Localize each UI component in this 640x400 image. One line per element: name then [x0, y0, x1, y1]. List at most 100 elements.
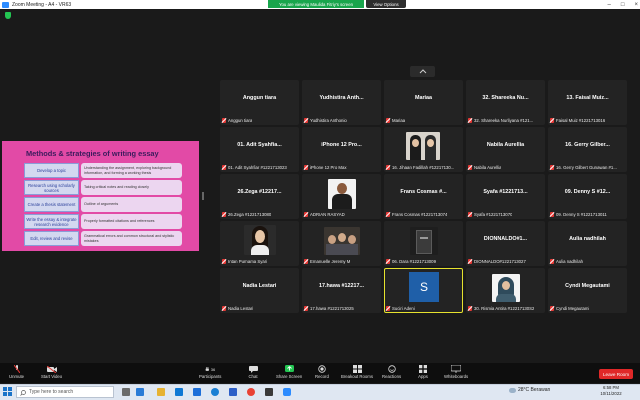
clock-date: 10/11/2022	[600, 391, 622, 396]
breakout-rooms-button[interactable]: Breakout Rooms	[341, 365, 373, 379]
participant-tile[interactable]: 13. Faisal Muiz... Faisal Muiz #12217130…	[548, 80, 627, 125]
slide-row: Develop a topic Understanding the assign…	[24, 163, 184, 178]
participant-tile[interactable]: 16. Gerry Gilber... 16. Gerry Gilbert Gu…	[548, 127, 627, 172]
maximize-icon[interactable]: □	[621, 2, 625, 8]
mic-off-icon	[468, 258, 472, 264]
participant-video	[244, 225, 276, 255]
mic-off-icon	[550, 211, 554, 217]
windows-start-icon[interactable]	[3, 387, 12, 396]
participant-video	[410, 227, 438, 255]
meeting-toolbar: Unmute Start Video 36 Participants Chat …	[0, 363, 640, 383]
mic-muted-icon	[12, 365, 22, 373]
start-video-button[interactable]: Start Video	[41, 365, 62, 379]
mic-off-icon	[468, 211, 472, 217]
participant-tile[interactable]: Nadia Lestari Nadia Lestari	[220, 268, 299, 313]
mic-off-icon	[304, 305, 308, 311]
participant-name-label: Yudhistira Anthonio	[310, 117, 347, 123]
apps-button[interactable]: Apps	[418, 365, 428, 379]
mic-off-icon	[222, 164, 226, 170]
mic-off-icon	[468, 117, 472, 123]
participant-tile[interactable]: 26.Zega #12217... 26.Zega #1221713080	[220, 174, 299, 219]
search-icon	[20, 390, 26, 396]
participants-button[interactable]: 36 Participants	[199, 365, 221, 380]
leave-room-button[interactable]: Leave Room	[599, 369, 633, 379]
participant-name-label: Mariaa	[392, 117, 406, 123]
taskbar-app-icon[interactable]	[136, 388, 144, 396]
reactions-button[interactable]: Reactions	[382, 365, 401, 379]
split-resize-handle[interactable]	[202, 192, 204, 200]
security-shield-icon[interactable]	[5, 12, 11, 19]
chevron-up-icon	[419, 69, 426, 74]
whiteboards-button[interactable]: Whiteboards	[444, 365, 468, 379]
record-button[interactable]: Record	[315, 365, 329, 379]
slide-step-label: Develop a topic	[24, 163, 79, 178]
mail-icon[interactable]	[193, 388, 201, 396]
participant-tile[interactable]: Aulia nadhilah Aulia nadhilah	[548, 221, 627, 266]
unmute-button[interactable]: Unmute	[9, 365, 24, 379]
participant-display-name: Nadia Lestari	[242, 283, 277, 289]
participant-tile[interactable]: ADRIAN RASYAD	[302, 174, 381, 219]
participant-tile[interactable]: 01. Adit Syahfia... 01. Adit Syahfiar #1…	[220, 127, 299, 172]
participant-display-name: Yudhistira Anth...	[319, 95, 364, 101]
slide-step-desc: Grammatical errors and common structural…	[81, 231, 182, 246]
participant-tile[interactable]: Mariaa Mariaa	[384, 80, 463, 125]
chat-icon	[248, 365, 258, 373]
chat-button[interactable]: Chat	[248, 365, 258, 379]
participant-tile[interactable]: 30. Rismia Antira #12217130S2	[466, 268, 545, 313]
participant-tile[interactable]: Frans Cosmas #... Frans Cosmas #12217130…	[384, 174, 463, 219]
participant-tile[interactable]: iPhone 12 Pro... iPhone 12 Pro Max	[302, 127, 381, 172]
window-title: Zoom Meeting - A4 - VR63	[12, 1, 72, 8]
chrome-icon[interactable]	[247, 388, 255, 396]
collapse-gallery-button[interactable]	[410, 66, 435, 77]
participant-display-name: 32. Shareeka Nu...	[482, 95, 529, 101]
mic-off-icon	[468, 164, 472, 170]
participant-tile[interactable]: 16. Jihaan Fadillah #12217130...	[384, 127, 463, 172]
minimize-icon[interactable]: –	[608, 2, 611, 8]
participant-name-label: 16. Jihaan Fadillah #12217130...	[392, 164, 455, 170]
system-clock[interactable]: 6:58 PM 10/11/2022	[598, 385, 624, 397]
zoom-taskbar-icon[interactable]	[283, 388, 291, 396]
participant-tile[interactable]: Nabila Aurellia Nabila Aurellia	[466, 127, 545, 172]
apps-icon	[418, 365, 428, 373]
close-icon[interactable]: ×	[634, 2, 638, 8]
record-icon	[317, 365, 327, 373]
settings-icon[interactable]	[265, 388, 273, 396]
edge-icon[interactable]	[211, 388, 219, 396]
participant-tile[interactable]: Cyndi Megautami Cyndi Megautami	[548, 268, 627, 313]
participant-display-name: Frans Cosmas #...	[400, 189, 447, 195]
participant-tile[interactable]: 17.hawa #12217... 17.hawa #1221713025	[302, 268, 381, 313]
participant-tile[interactable]: 09. Denny S #12... 09. Denny S #12217130…	[548, 174, 627, 219]
mic-off-icon	[222, 258, 226, 264]
share-screen-button[interactable]: Share Screen	[276, 365, 302, 379]
participant-display-name: Aulia nadhilah	[569, 236, 606, 242]
mic-off-icon	[222, 305, 226, 311]
participant-tile-active-speaker[interactable]: S Suciri Adeni	[384, 268, 463, 313]
view-options-button[interactable]: View Options	[366, 0, 406, 8]
file-explorer-icon[interactable]	[157, 388, 165, 396]
mic-off-icon	[304, 211, 308, 217]
participant-tile[interactable]: 06. Dara #1221713009	[384, 221, 463, 266]
participant-name-label: Intan Purnama Syari	[228, 258, 268, 264]
participant-tile[interactable]: 32. Shareeka Nu... 32. Shareeka Nurliyan…	[466, 80, 545, 125]
participant-tile[interactable]: DIONNALDO#1... DIONNALDO#1221713027	[466, 221, 545, 266]
search-placeholder: Type here to search	[29, 389, 74, 395]
video-off-icon	[46, 365, 57, 373]
taskbar-search-input[interactable]: Type here to search	[16, 386, 114, 398]
share-screen-icon	[284, 365, 294, 373]
word-icon[interactable]	[229, 388, 237, 396]
participant-tile[interactable]: Emanuelle Jeremy M	[302, 221, 381, 266]
mic-off-icon	[304, 164, 308, 170]
participant-tile[interactable]: Intan Purnama Syari	[220, 221, 299, 266]
mic-off-icon	[550, 117, 554, 123]
store-icon[interactable]	[175, 388, 183, 396]
participant-tile[interactable]: Yudhistira Anth... Yudhistira Anthonio	[302, 80, 381, 125]
participant-name-label: Suciri Adeni	[392, 305, 415, 311]
weather-text: 28°C Berawan	[518, 387, 551, 393]
participants-count: 36	[210, 366, 216, 372]
participant-tile[interactable]: Syafa #1221713... Syafa #1221713070	[466, 174, 545, 219]
participant-display-name: 09. Denny S #12...	[564, 189, 611, 195]
participants-icon: 36	[205, 365, 215, 373]
participant-tile[interactable]: Anggun tiara Anggun tiara	[220, 80, 299, 125]
weather-widget[interactable]: 28°C Berawan	[509, 387, 550, 393]
task-view-icon[interactable]	[122, 388, 130, 396]
